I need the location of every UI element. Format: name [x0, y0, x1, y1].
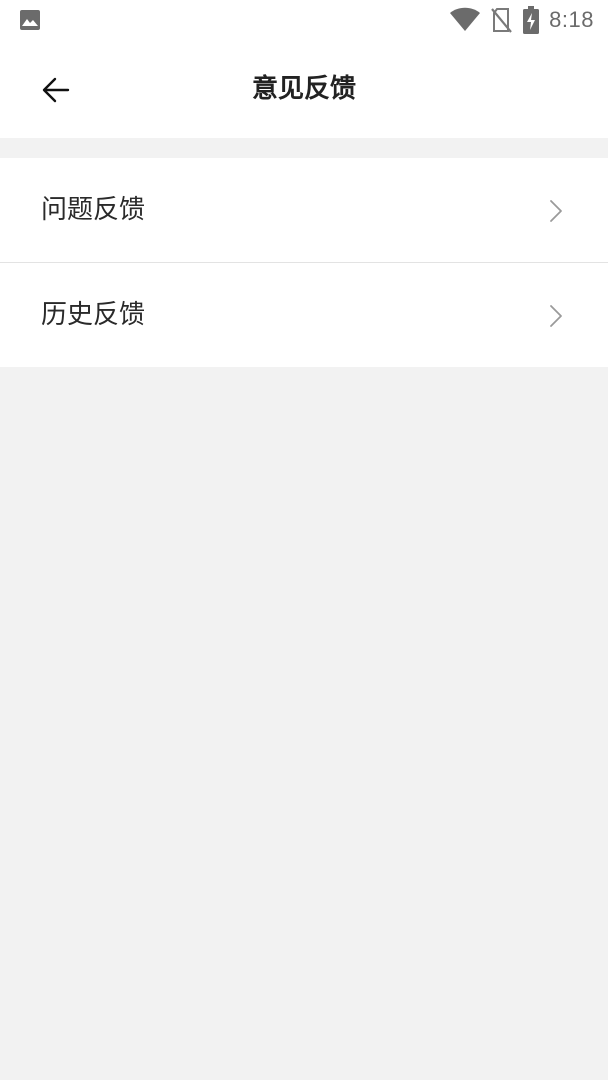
menu-item-label: 历史反馈 [41, 300, 146, 330]
no-sim-icon [491, 8, 513, 33]
status-bar: 8:18 [0, 0, 608, 40]
chevron-right-icon [550, 305, 562, 327]
menu-item-history-feedback[interactable]: 历史反馈 [0, 262, 608, 367]
wifi-icon [450, 7, 481, 31]
menu-item-issue-feedback[interactable]: 问题反馈 [0, 158, 608, 262]
feedback-menu: 问题反馈 历史反馈 [0, 158, 608, 367]
app-bar: 意见反馈 [0, 40, 608, 138]
image-icon [20, 10, 40, 30]
chevron-right-icon [550, 200, 562, 222]
status-time: 8:18 [549, 7, 594, 32]
status-icons: 8:18 [449, 5, 594, 35]
page-title: 意见反馈 [251, 74, 356, 104]
menu-item-label: 问题反馈 [41, 195, 146, 225]
battery-charging-icon [523, 6, 540, 34]
